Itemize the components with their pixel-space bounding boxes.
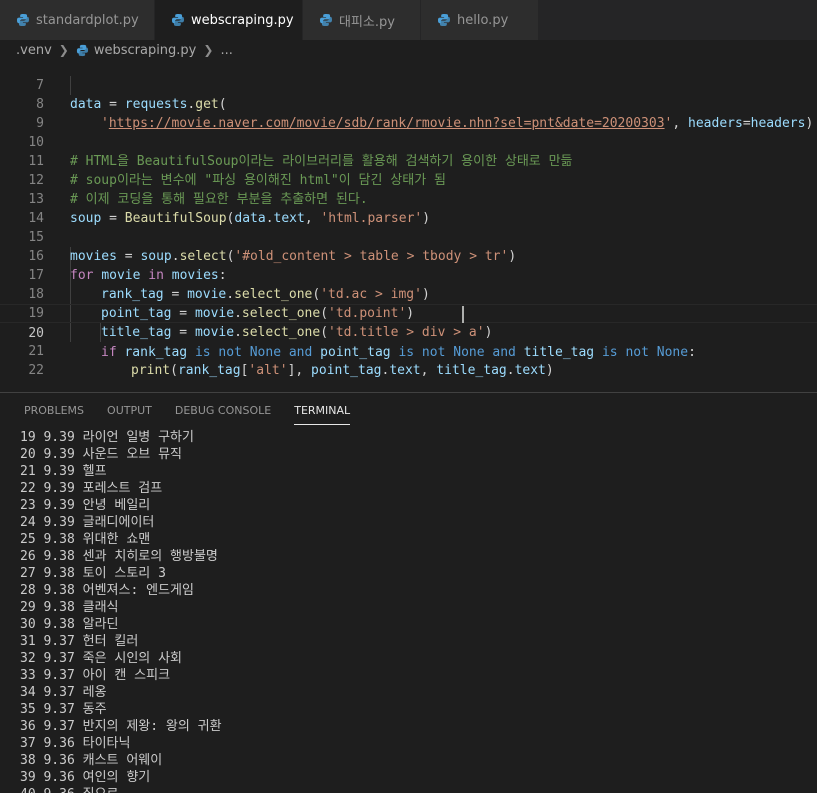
terminal-line: 36 9.37 반지의 제왕: 왕의 귀환 bbox=[20, 719, 222, 734]
tab-hello[interactable]: hello.py bbox=[421, 0, 539, 40]
terminal-line: 34 9.37 레옹 bbox=[20, 685, 107, 700]
terminal-line: 30 9.38 알라딘 bbox=[20, 617, 119, 632]
terminal-line: 35 9.37 동주 bbox=[20, 702, 107, 717]
terminal-line: 28 9.38 어벤져스: 엔드게임 bbox=[20, 583, 194, 598]
code-line: 17 rank_tag = movie.select_one('td.ac > … bbox=[0, 247, 817, 302]
text-cursor bbox=[462, 306, 464, 323]
tab-label: 대피소.py bbox=[339, 14, 395, 30]
code-line: 10 # HTML을 BeautifulSoup이라는 라이브러리를 활용해 검… bbox=[0, 114, 817, 169]
python-file-icon bbox=[437, 13, 451, 27]
code-line: 7 data = requests.get( bbox=[0, 57, 817, 112]
python-file-icon bbox=[76, 44, 89, 57]
code-line: 14 bbox=[0, 190, 817, 226]
terminal-line: 26 9.38 센과 치히로의 행방불명 bbox=[20, 549, 218, 564]
chevron-right-icon: ❯ bbox=[58, 43, 69, 57]
python-file-icon bbox=[16, 13, 30, 27]
code-line: 12 # 이제 코딩을 통해 필요한 부분을 추출하면 된다. bbox=[0, 152, 817, 207]
panel-tabs: PROBLEMS OUTPUT DEBUG CONSOLE TERMINAL bbox=[0, 393, 373, 429]
python-file-icon bbox=[319, 13, 333, 27]
python-file-icon bbox=[171, 13, 185, 27]
code-editor[interactable]: 7 data = requests.get( 8 'https://movie.… bbox=[0, 57, 817, 392]
tab-problems[interactable]: PROBLEMS bbox=[24, 393, 84, 429]
terminal-line: 24 9.39 글래디에이터 bbox=[20, 515, 155, 530]
code-line: 11 # soup이라는 변수에 "파싱 용이해진 html"이 담긴 상태가 … bbox=[0, 133, 817, 188]
terminal-output[interactable]: 19 9.39 라이언 일병 구하기 20 9.39 사운드 오브 뮤직 21 9.… bbox=[20, 429, 222, 793]
terminal-line: 32 9.37 죽은 시인의 사회 bbox=[20, 651, 182, 666]
breadcrumb-file[interactable]: webscraping.py bbox=[94, 43, 197, 58]
breadcrumb-folder[interactable]: .venv bbox=[16, 43, 52, 58]
editor-tab-bar: standardplot.py webscraping.py ✕ 대피소.py … bbox=[0, 0, 817, 40]
tab-daepiso[interactable]: 대피소.py bbox=[303, 0, 421, 40]
code-text: print(rank_tag['alt'], point_tag.text, t… bbox=[131, 363, 554, 378]
terminal-line: 19 9.39 라이언 일병 구하기 bbox=[20, 430, 194, 445]
terminal-line: 25 9.38 위대한 쇼맨 bbox=[20, 532, 151, 547]
code-line: 9 bbox=[0, 95, 817, 131]
tab-debug-console[interactable]: DEBUG CONSOLE bbox=[175, 393, 271, 429]
terminal-line: 29 9.38 클래식 bbox=[20, 600, 119, 615]
terminal-line: 23 9.39 안녕 베일리 bbox=[20, 498, 151, 513]
chevron-right-icon: ❯ bbox=[203, 43, 214, 57]
line-number: 22 bbox=[28, 363, 44, 378]
tab-output[interactable]: OUTPUT bbox=[107, 393, 152, 429]
terminal-line: 22 9.39 포레스트 검프 bbox=[20, 481, 163, 496]
tab-terminal[interactable]: TERMINAL bbox=[294, 393, 350, 429]
terminal-line: 38 9.36 캐스트 어웨이 bbox=[20, 753, 163, 768]
terminal-line: 39 9.36 여인의 향기 bbox=[20, 770, 151, 785]
terminal-line: 20 9.39 사운드 오브 뮤직 bbox=[20, 447, 182, 462]
terminal-line: 27 9.38 토이 스토리 3 bbox=[20, 566, 166, 581]
terminal-line: 33 9.37 아이 캔 스피크 bbox=[20, 668, 171, 683]
terminal-line: 21 9.39 헬프 bbox=[20, 464, 107, 479]
code-line: 18 point_tag = movie.select_one('td.poin… bbox=[0, 266, 817, 321]
code-line: 22 bbox=[0, 342, 817, 378]
tab-label: hello.py bbox=[457, 12, 509, 28]
tab-label: standardplot.py bbox=[36, 12, 139, 28]
code-line: 15 movies = soup.select('#old_content > … bbox=[0, 209, 817, 264]
tab-webscraping[interactable]: webscraping.py ✕ bbox=[155, 0, 316, 40]
code-line: 13 soup = BeautifulSoup(data.text, 'html… bbox=[0, 171, 817, 226]
code-line: 21 print(rank_tag['alt'], point_tag.text… bbox=[0, 323, 817, 378]
code-line: 16 for movie in movies: bbox=[0, 228, 817, 283]
tab-standardplot[interactable]: standardplot.py bbox=[0, 0, 155, 40]
code-line: 8 'https://movie.naver.com/movie/sdb/ran… bbox=[0, 76, 817, 131]
tab-label: webscraping.py bbox=[191, 12, 294, 28]
breadcrumb-more[interactable]: ... bbox=[220, 43, 232, 58]
terminal-line: 31 9.37 헌터 킬러 bbox=[20, 634, 139, 649]
code-line: 19 title_tag = movie.select_one('td.titl… bbox=[0, 285, 817, 340]
terminal-line: 40 9.36 집으로 bbox=[20, 786, 222, 793]
bottom-panel: PROBLEMS OUTPUT DEBUG CONSOLE TERMINAL 1… bbox=[0, 392, 817, 793]
terminal-line: 37 9.36 타이타닉 bbox=[20, 736, 131, 751]
code-line-current: 20 if rank_tag is not None and point_tag… bbox=[0, 304, 817, 360]
